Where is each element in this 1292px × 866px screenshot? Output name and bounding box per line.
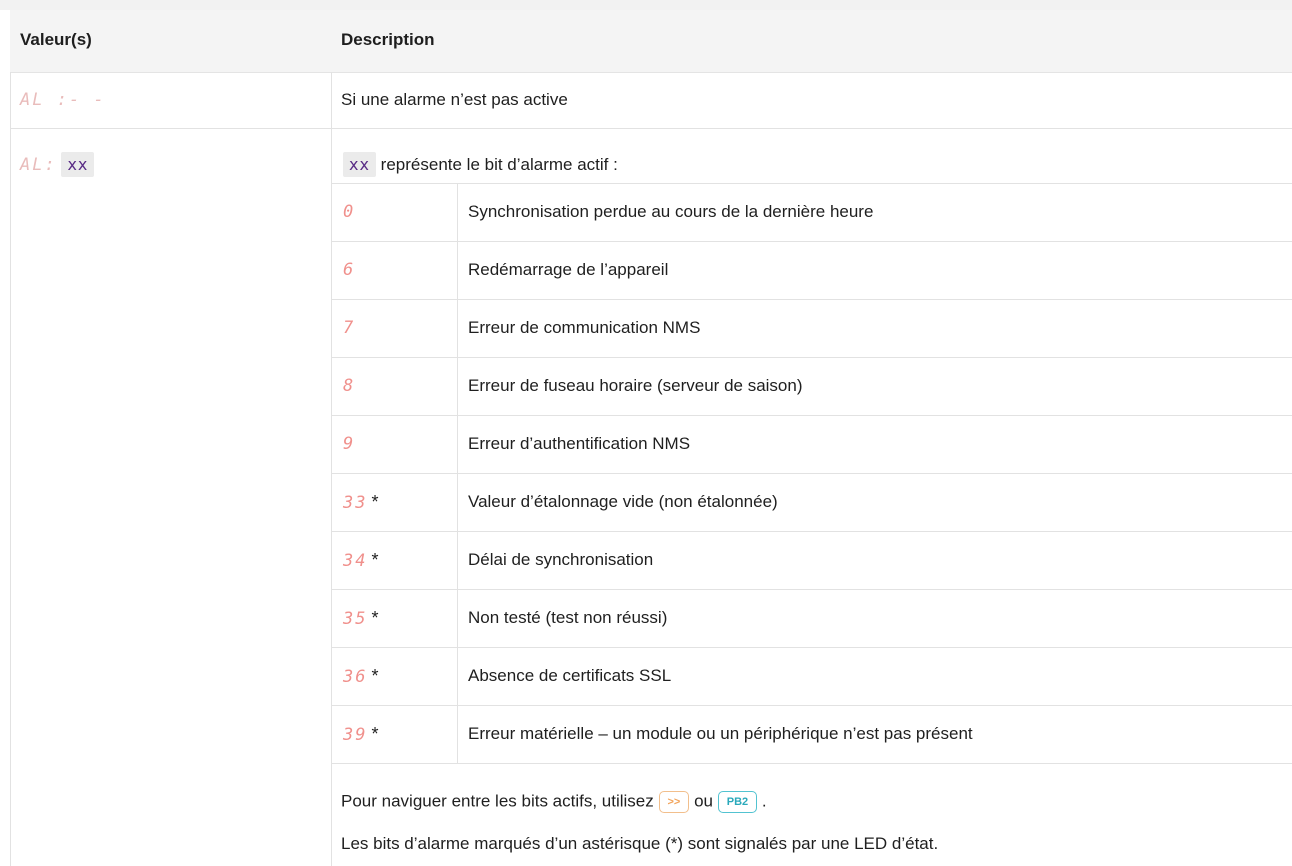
bit-code: 35 <box>343 609 368 629</box>
bit-code-cell: 35 * <box>343 608 379 629</box>
value-cell-inactive: AL :- - <box>20 90 106 110</box>
nav-or: ou <box>694 791 714 811</box>
bit-code-cell: 39 * <box>343 724 379 745</box>
bit-code-cell: 7 <box>343 318 355 338</box>
nav-text: Pour naviguer entre les bits actifs, uti… <box>341 791 654 811</box>
subtable-row-line <box>331 589 1292 590</box>
bit-description: Non testé (test non réussi) <box>468 608 668 627</box>
bit-code-cell: 9 <box>343 434 355 454</box>
next-button-chip: >> <box>658 791 690 813</box>
bit-code: 9 <box>343 434 356 454</box>
bit-code: 39 <box>343 725 368 745</box>
bit-code-cell: 6 <box>343 260 355 280</box>
intro-text: représente le bit d’alarme actif : <box>380 155 618 174</box>
bit-code: 6 <box>343 260 356 280</box>
header-value: Valeur(s) <box>20 30 92 49</box>
bit-code: 34 <box>343 551 368 571</box>
subtable-row-line <box>331 241 1292 242</box>
nav-end: . <box>761 791 767 811</box>
active-intro: xx représente le bit d’alarme actif : <box>343 152 618 177</box>
subtable-row-line <box>331 473 1292 474</box>
subtable-row-line <box>331 647 1292 648</box>
bit-code: 33 <box>343 493 368 513</box>
bit-code: 8 <box>343 376 356 396</box>
subtable-row-line <box>331 705 1292 706</box>
variable-code-inline: xx <box>343 152 376 177</box>
subtable-row-line <box>331 415 1292 416</box>
alarm-table: Valeur(s) Description AL :- - Si une ala… <box>10 10 1292 866</box>
top-strip <box>0 0 1292 10</box>
bit-description: Absence de certificats SSL <box>468 666 672 685</box>
desc-cell-inactive: Si une alarme n’est pas active <box>341 90 568 109</box>
bit-description: Erreur de communication NMS <box>468 318 701 337</box>
bit-description: Synchronisation perdue au cours de la de… <box>468 202 874 221</box>
bit-code: 0 <box>343 202 356 222</box>
header-description: Description <box>341 30 435 49</box>
asterisk-marker: * <box>371 666 379 686</box>
asterisk-marker: * <box>371 608 379 628</box>
pb2-button-chip: PB2 <box>717 791 758 813</box>
bit-description: Erreur de fuseau horaire (serveur de sai… <box>468 376 803 395</box>
nav-instruction: Pour naviguer entre les bits actifs, uti… <box>341 791 767 813</box>
bit-description: Erreur matérielle – un module ou un péri… <box>468 724 973 743</box>
bit-code: 36 <box>343 667 368 687</box>
bit-description: Erreur d’authentification NMS <box>468 434 691 453</box>
subtable-row-line <box>331 357 1292 358</box>
bit-description: Valeur d’étalonnage vide (non étalonnée) <box>468 492 778 511</box>
column-divider <box>331 72 332 866</box>
subtable-top-line <box>331 183 1292 184</box>
bit-code-cell: 36 * <box>343 666 379 687</box>
bit-code-cell: 34 * <box>343 550 379 571</box>
variable-code: xx <box>61 152 95 177</box>
subtable-row-line <box>331 763 1292 764</box>
segment-code-active: AL: <box>20 155 57 175</box>
subtable-row-line <box>331 531 1292 532</box>
segment-code-inactive: AL :- - <box>20 90 106 110</box>
asterisk-marker: * <box>371 724 379 744</box>
bit-code: 7 <box>343 318 356 338</box>
row-divider <box>10 128 1292 129</box>
bit-description: Redémarrage de l’appareil <box>468 260 669 279</box>
footnote: Les bits d’alarme marqués d’un astérisqu… <box>341 834 939 853</box>
bit-code-cell: 8 <box>343 376 355 396</box>
bit-code-cell: 0 <box>343 202 355 222</box>
bit-code-cell: 33 * <box>343 492 379 513</box>
asterisk-marker: * <box>371 492 379 512</box>
asterisk-marker: * <box>371 550 379 570</box>
left-border <box>10 72 11 866</box>
bit-description: Délai de synchronisation <box>468 550 654 569</box>
subtable-row-line <box>331 299 1292 300</box>
value-cell-active: AL: xx <box>20 152 95 177</box>
table-header: Valeur(s) Description <box>10 10 1292 73</box>
